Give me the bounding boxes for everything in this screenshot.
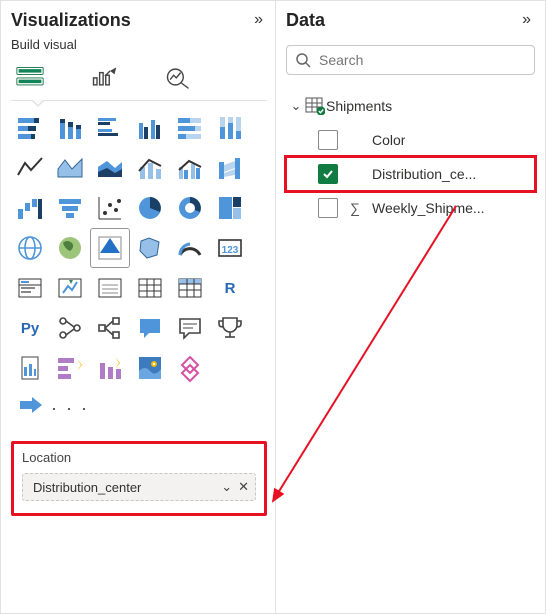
- viz-waterfall-icon[interactable]: [11, 189, 49, 227]
- data-pane: Data » ⌄ Shipments Color: [276, 1, 545, 613]
- viz-pie-icon[interactable]: [131, 189, 169, 227]
- viz-map-icon[interactable]: [11, 229, 49, 267]
- active-tab-caret-icon: [31, 100, 45, 107]
- viz-clustered-bar-icon[interactable]: [91, 109, 129, 147]
- field-name-label: Weekly_Shipme...: [372, 200, 485, 216]
- build-visual-label: Build visual: [11, 37, 267, 52]
- collapse-visualizations-button[interactable]: »: [250, 9, 267, 31]
- visualization-gallery: 123 R Py · · ·: [11, 109, 267, 427]
- viz-stacked-bar-icon[interactable]: [11, 109, 49, 147]
- collapse-data-button[interactable]: »: [518, 9, 535, 31]
- checkbox-distribution-center[interactable]: [318, 164, 338, 184]
- fields-tree: ⌄ Shipments Color Distribution_ce...: [286, 89, 535, 225]
- viz-table-icon[interactable]: [131, 269, 169, 307]
- build-tab[interactable]: [13, 62, 47, 92]
- viz-python-visual-icon[interactable]: Py: [11, 309, 49, 347]
- checkbox-weekly-shipments[interactable]: [318, 198, 338, 218]
- viz-100-stacked-column-icon[interactable]: [211, 109, 249, 147]
- analytics-tab[interactable]: [161, 62, 195, 92]
- viz-stacked-area-icon[interactable]: [91, 149, 129, 187]
- location-well-item-text: Distribution_center: [33, 480, 141, 495]
- viz-funnel-icon[interactable]: [51, 189, 89, 227]
- well-item-dropdown-icon[interactable]: ⌄: [221, 479, 232, 495]
- field-distribution-center[interactable]: Distribution_ce...: [286, 157, 535, 191]
- viz-shape-map-icon[interactable]: [131, 229, 169, 267]
- table-icon: [304, 97, 326, 115]
- search-box[interactable]: [286, 45, 535, 75]
- viz-paginated-report-icon[interactable]: [11, 349, 49, 387]
- viz-key-influencers-icon[interactable]: [51, 309, 89, 347]
- viz-area-chart-icon[interactable]: [51, 149, 89, 187]
- format-tab[interactable]: [87, 62, 121, 92]
- viz-matrix-icon[interactable]: [171, 269, 209, 307]
- location-well-item[interactable]: Distribution_center ⌄ ✕: [22, 473, 256, 501]
- field-color[interactable]: Color: [286, 123, 535, 157]
- viz-100-stacked-bar-icon[interactable]: [171, 109, 209, 147]
- viz-line-clustered-column-icon[interactable]: [171, 149, 209, 187]
- checkbox-color[interactable]: [318, 130, 338, 150]
- viz-line-stacked-column-icon[interactable]: [131, 149, 169, 187]
- svg-text:123: 123: [222, 245, 239, 256]
- location-well-label: Location: [22, 450, 256, 465]
- location-field-well: Location Distribution_center ⌄ ✕: [11, 441, 267, 516]
- viz-decomposition-tree-icon[interactable]: [91, 309, 129, 347]
- visualizations-title: Visualizations: [11, 10, 131, 31]
- search-icon: [295, 52, 311, 68]
- viz-goals-icon[interactable]: [211, 309, 249, 347]
- viz-card-icon[interactable]: 123: [211, 229, 249, 267]
- viz-power-apps-icon[interactable]: [51, 349, 89, 387]
- build-visual-tabs: [11, 60, 267, 101]
- data-title: Data: [286, 10, 325, 31]
- viz-slicer-icon[interactable]: [91, 269, 129, 307]
- viz-scatter-icon[interactable]: [91, 189, 129, 227]
- field-weekly-shipments[interactable]: ∑ Weekly_Shipme...: [286, 191, 535, 225]
- more-visuals-button[interactable]: · · ·: [51, 389, 89, 427]
- field-name-label: Distribution_ce...: [372, 166, 476, 182]
- viz-get-more-visuals-icon[interactable]: [171, 349, 209, 387]
- viz-stacked-column-icon[interactable]: [51, 109, 89, 147]
- viz-arcgis-map-icon[interactable]: [131, 349, 169, 387]
- viz-power-automate-icon[interactable]: [91, 349, 129, 387]
- viz-power-automate-flow-icon[interactable]: [11, 389, 49, 427]
- viz-ribbon-chart-icon[interactable]: [211, 149, 249, 187]
- viz-r-visual-icon[interactable]: R: [211, 269, 249, 307]
- table-name: Shipments: [326, 98, 392, 114]
- well-item-remove-icon[interactable]: ✕: [238, 479, 249, 495]
- viz-filled-map-icon[interactable]: [51, 229, 89, 267]
- viz-donut-icon[interactable]: [171, 189, 209, 227]
- viz-line-chart-icon[interactable]: [11, 149, 49, 187]
- viz-kpi-icon[interactable]: [51, 269, 89, 307]
- search-input[interactable]: [317, 51, 526, 69]
- viz-azure-map-icon[interactable]: [91, 229, 129, 267]
- field-name-label: Color: [372, 132, 405, 148]
- viz-multi-row-card-icon[interactable]: [11, 269, 49, 307]
- viz-gauge-icon[interactable]: [171, 229, 209, 267]
- viz-qna-icon[interactable]: [131, 309, 169, 347]
- viz-treemap-icon[interactable]: [211, 189, 249, 227]
- viz-smart-narrative-icon[interactable]: [171, 309, 209, 347]
- chevron-down-icon[interactable]: ⌄: [288, 98, 304, 114]
- viz-clustered-column-icon[interactable]: [131, 109, 169, 147]
- table-shipments[interactable]: ⌄ Shipments: [286, 89, 535, 123]
- sigma-icon: ∑: [346, 200, 364, 216]
- visualizations-pane: Visualizations » Build visual: [1, 1, 276, 613]
